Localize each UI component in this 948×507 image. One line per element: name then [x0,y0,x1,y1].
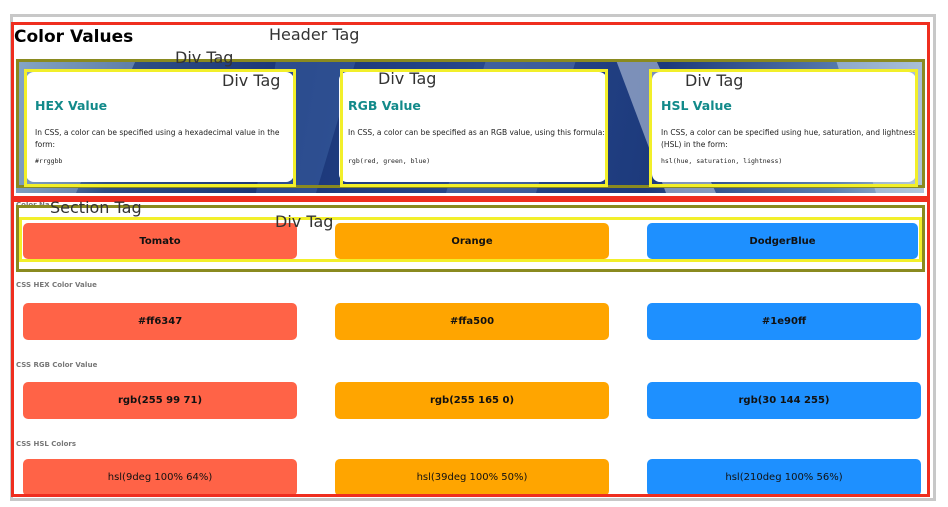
page-frame-top [10,14,936,17]
names-div-tag-annotation: Div Tag [275,212,334,231]
page-frame-bottom [10,498,936,501]
header-tag-annotation: Header Tag [269,25,360,44]
hsl-div-tag-annotation: Div Tag [685,71,744,90]
section-tag-annotation: Section Tag [50,198,142,217]
page-frame-right [933,14,936,500]
hex-div-tag-annotation: Div Tag [222,71,281,90]
rgb-div-tag-annotation: Div Tag [378,69,437,88]
hero-div-tag-annotation: Div Tag [175,48,234,67]
names-row-div-tag-box [19,217,922,262]
